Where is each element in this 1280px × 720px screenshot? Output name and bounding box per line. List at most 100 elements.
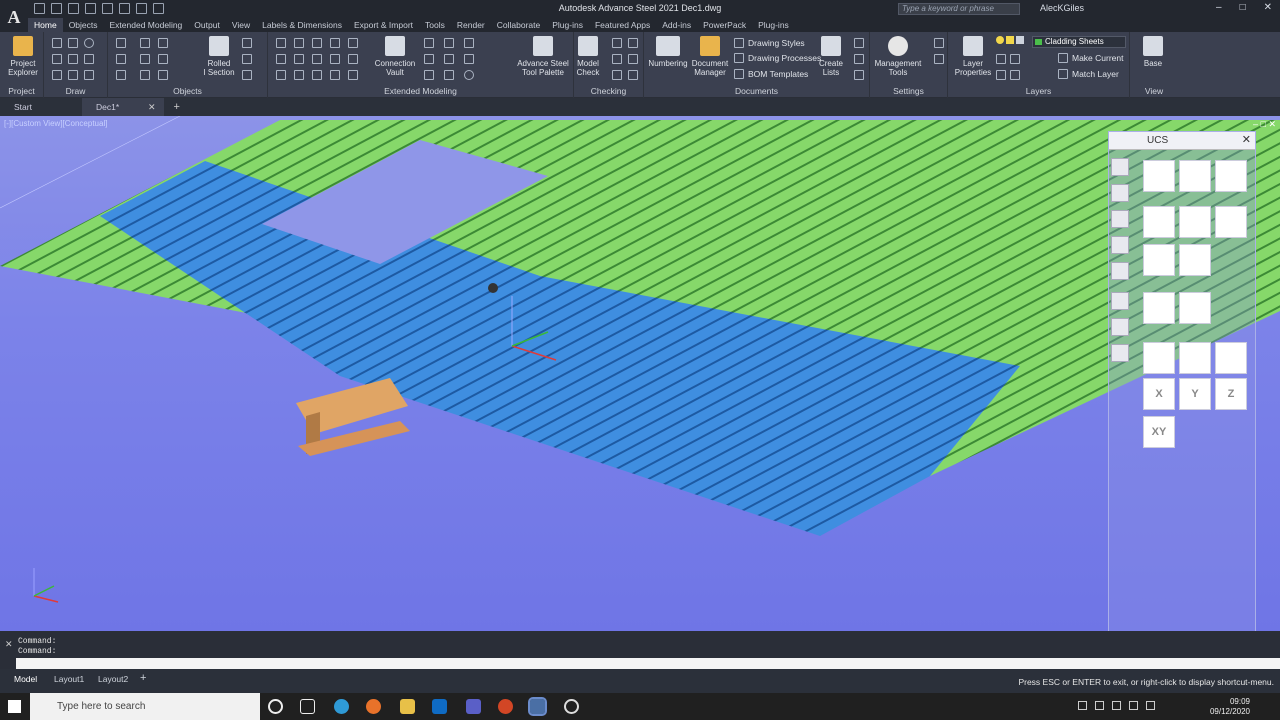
ucs-object-icon[interactable] [1143, 206, 1175, 238]
anchor-icon[interactable] [158, 38, 168, 48]
cladding-icon[interactable] [464, 54, 474, 64]
cut-icon[interactable] [158, 70, 168, 80]
taskbar-clock[interactable]: 09:09 09/12/2020 [1210, 697, 1250, 717]
edge-icon[interactable] [334, 699, 349, 714]
shear-stud-icon[interactable] [158, 54, 168, 64]
document-manager-button[interactable]: Document Manager [690, 36, 730, 77]
display-check-icon[interactable] [612, 70, 622, 80]
deck-icon[interactable] [444, 70, 454, 80]
close-tab-icon[interactable]: ✕ [148, 102, 156, 113]
user-account[interactable]: AlecKGiles [1040, 3, 1084, 13]
drawing-styles-icon[interactable] [734, 38, 744, 48]
maximize-icon[interactable]: □ [1240, 2, 1246, 13]
layer-dropdown[interactable]: Cladding Sheets [1032, 36, 1126, 48]
ribbon-tab-plug-ins[interactable]: Plug-ins [752, 18, 795, 32]
drawing-styles-button[interactable]: Drawing Styles [748, 38, 805, 48]
lightbulb-icon[interactable] [996, 36, 1004, 44]
ucs-y-button[interactable]: Y [1179, 378, 1211, 410]
compound-beam-icon[interactable] [242, 54, 252, 64]
tray-1-icon[interactable] [1078, 701, 1087, 710]
folded-plate-icon[interactable] [242, 38, 252, 48]
close-window-icon[interactable]: ✕ [1264, 2, 1272, 13]
drawing-processes-button[interactable]: Drawing Processes [748, 53, 821, 63]
beam-icon[interactable] [116, 70, 126, 80]
ribbon-tab-labels-dimensions[interactable]: Labels & Dimensions [256, 18, 348, 32]
ucs-side-1-icon[interactable] [1111, 158, 1129, 176]
splice-icon[interactable] [348, 70, 358, 80]
viewport-controls[interactable]: – □ ✕ [1253, 119, 1276, 130]
ucs-rotate-z-icon[interactable] [1215, 342, 1247, 374]
ellipse-icon[interactable] [84, 54, 94, 64]
ribbon-tab-plug-ins[interactable]: Plug-ins [546, 18, 589, 32]
doc-extra-1-icon[interactable] [854, 38, 864, 48]
railing-icon[interactable] [294, 38, 304, 48]
weld-icon[interactable] [140, 70, 150, 80]
volume-icon[interactable] [1146, 701, 1155, 710]
connection-vault-button[interactable]: Connection Vault [372, 36, 418, 77]
ribbon-tab-objects[interactable]: Objects [63, 18, 104, 32]
match-layer-icon[interactable] [1058, 69, 1068, 79]
rolled-section-button[interactable]: Rolled I Section [200, 36, 238, 77]
viewport-label[interactable]: [-][Custom View][Conceptual] [4, 119, 107, 128]
taskbar-search-input[interactable]: Type here to search [30, 693, 260, 720]
purlin-icon[interactable] [348, 38, 358, 48]
truss-icon[interactable] [294, 54, 304, 64]
project-explorer-button[interactable]: Project Explorer [4, 36, 42, 77]
outlook-icon[interactable] [432, 699, 447, 714]
column-icon[interactable] [116, 54, 126, 64]
tab-model[interactable]: Model [14, 674, 37, 684]
bolt-icon[interactable] [140, 54, 150, 64]
ucs-previous-icon[interactable] [1179, 244, 1211, 276]
close-palette-icon[interactable]: ✕ [1242, 133, 1251, 146]
settings-2-icon[interactable] [934, 54, 944, 64]
layer-tool-3-icon[interactable] [996, 70, 1006, 80]
lock-icon[interactable] [1016, 36, 1024, 44]
base-plate-icon[interactable] [276, 70, 286, 80]
ribbon-tab-tools[interactable]: Tools [419, 18, 451, 32]
tab-start[interactable]: Start [0, 98, 82, 116]
drawing-processes-icon[interactable] [734, 53, 744, 63]
ucs-side-6-icon[interactable] [1111, 292, 1129, 310]
ucs-zaxis-icon[interactable] [1143, 244, 1175, 276]
ucs-z-button[interactable]: Z [1215, 378, 1247, 410]
ucs-show-eye-icon[interactable] [1179, 292, 1211, 324]
frame-icon[interactable] [312, 38, 322, 48]
advance-steel-icon[interactable] [528, 697, 547, 716]
settings-1-icon[interactable] [934, 38, 944, 48]
layer-properties-button[interactable]: Layer Properties [952, 36, 994, 77]
ucs-palette-header[interactable]: UCS ✕ [1109, 132, 1255, 150]
hatch-icon[interactable] [52, 70, 62, 80]
ucs-side-2-icon[interactable] [1111, 184, 1129, 202]
ribbon-tab-collaborate[interactable]: Collaborate [491, 18, 546, 32]
end-plate-icon[interactable] [312, 70, 322, 80]
cage-ladder-icon[interactable] [312, 54, 322, 64]
system-tray-icons[interactable] [1078, 701, 1188, 712]
management-tools-button[interactable]: Management Tools [870, 36, 926, 77]
ucs-origin-icon[interactable] [1215, 206, 1247, 238]
start-icon[interactable] [8, 700, 21, 713]
make-current-button[interactable]: Make Current [1072, 53, 1124, 63]
ribbon-tab-featured-apps[interactable]: Featured Apps [589, 18, 656, 32]
tray-3-icon[interactable] [1112, 701, 1121, 710]
numbering-button[interactable]: Numbering [646, 36, 690, 68]
teams-icon[interactable] [466, 699, 481, 714]
cleat-icon[interactable] [330, 70, 340, 80]
ribbon-tab-extended-modeling[interactable]: Extended Modeling [104, 18, 189, 32]
ucs-side-8-icon[interactable] [1111, 344, 1129, 362]
tab-layout1[interactable]: Layout1 [54, 674, 84, 684]
ribbon-tab-home[interactable]: Home [28, 18, 63, 32]
tool-palette-button[interactable]: Advance Steel Tool Palette [516, 36, 570, 77]
model-check-button[interactable]: Model Check [574, 36, 602, 77]
ucs-view-icon[interactable] [1215, 160, 1247, 192]
verify-icon[interactable] [628, 54, 638, 64]
layer-tool-2-icon[interactable] [1010, 54, 1020, 64]
sun-icon[interactable] [1006, 36, 1014, 44]
spline-icon[interactable] [68, 70, 78, 80]
file-explorer-icon[interactable] [400, 699, 415, 714]
stiffener-icon[interactable] [294, 70, 304, 80]
ucs-view-eye-icon[interactable] [1143, 292, 1175, 324]
ribbon-tab-powerpack[interactable]: PowerPack [697, 18, 752, 32]
mark-icon[interactable] [612, 54, 622, 64]
spiral-stair-icon[interactable] [330, 54, 340, 64]
tab-layout2[interactable]: Layout2 [98, 674, 128, 684]
